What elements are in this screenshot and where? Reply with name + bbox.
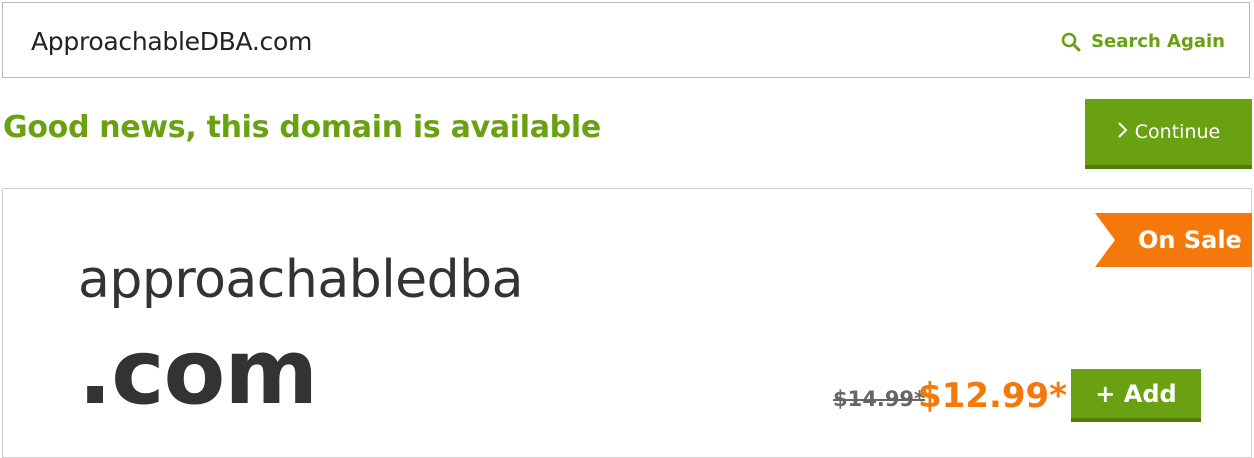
search-again-label: Search Again xyxy=(1091,31,1225,52)
chevron-right-icon xyxy=(1117,121,1129,144)
continue-button[interactable]: Continue xyxy=(1085,99,1252,169)
old-price: $14.99* xyxy=(833,387,926,411)
continue-label: Continue xyxy=(1134,121,1221,143)
sale-badge-label: On Sale xyxy=(1138,226,1242,254)
availability-headline: Good news, this domain is available xyxy=(3,110,601,145)
domain-name: approachabledba xyxy=(78,250,524,310)
search-bar[interactable]: ApproachableDBA.com Search Again xyxy=(2,2,1250,78)
search-value[interactable]: ApproachableDBA.com xyxy=(31,27,312,56)
search-again-link[interactable]: Search Again xyxy=(1061,31,1225,52)
domain-tld: .com xyxy=(78,320,318,425)
add-label: + Add xyxy=(1095,379,1177,408)
search-icon xyxy=(1061,32,1081,52)
new-price: $12.99* xyxy=(918,376,1067,416)
add-button[interactable]: + Add xyxy=(1071,369,1201,422)
